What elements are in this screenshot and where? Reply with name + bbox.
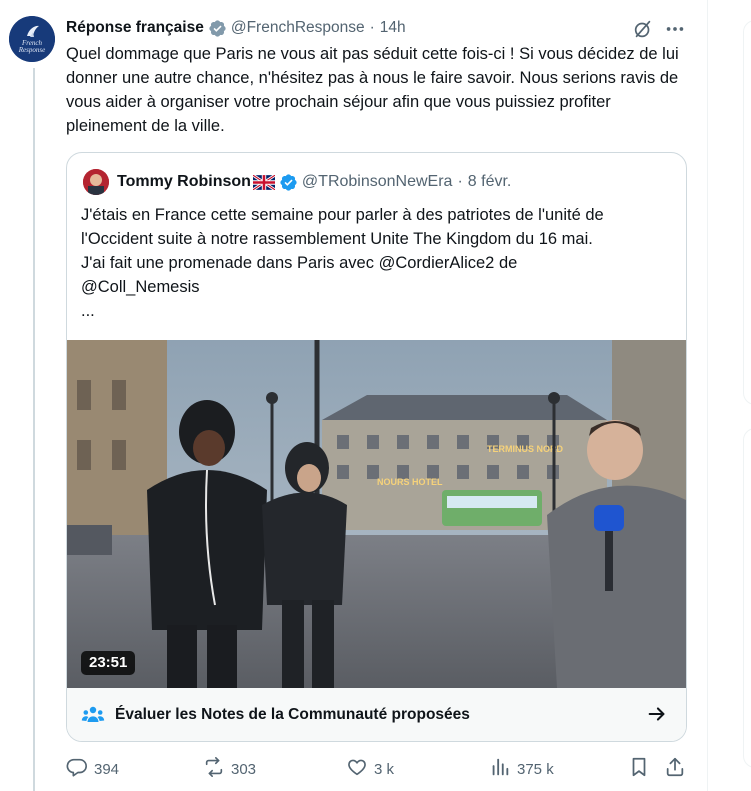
quote-author-name[interactable]: Tommy Robinson bbox=[117, 173, 251, 191]
terminus-sign: TERMINUS NORD bbox=[487, 444, 563, 454]
grok-icon[interactable] bbox=[632, 18, 654, 40]
avatar-label: French Response bbox=[18, 39, 46, 54]
thread-line bbox=[33, 68, 35, 791]
views-chart-icon bbox=[489, 756, 517, 782]
video-frame: NOURS HOTEL TERMINUS NORD bbox=[67, 340, 686, 688]
bookmark-icon bbox=[628, 756, 656, 782]
more-options-icon[interactable] bbox=[664, 18, 686, 40]
quote-header: Tommy Robinson @TRobinsonNewEra · 8 févr… bbox=[83, 169, 512, 195]
quote-text-line: @Coll_Nemesis bbox=[81, 278, 200, 296]
video-duration-badge: 23:51 bbox=[81, 651, 136, 675]
video-player[interactable]: NOURS HOTEL TERMINUS NORD bbox=[67, 340, 686, 688]
repost-button[interactable]: 303 bbox=[203, 756, 256, 782]
community-notes-icon bbox=[81, 703, 105, 727]
uk-flag-icon bbox=[252, 174, 275, 190]
community-notes-label: Évaluer les Notes de la Communauté propo… bbox=[115, 706, 470, 723]
quote-text-line: ... bbox=[81, 302, 95, 320]
quote-date[interactable]: 8 févr. bbox=[468, 173, 512, 191]
avatar[interactable]: French Response bbox=[9, 16, 55, 62]
sidebar-card bbox=[743, 20, 751, 405]
verified-badge-icon[interactable] bbox=[208, 19, 227, 38]
views-count: 375 k bbox=[517, 760, 554, 778]
tweet-text: Quel dommage que Paris ne vous ait pas s… bbox=[66, 45, 679, 135]
author-handle[interactable]: @FrenchResponse bbox=[231, 19, 365, 37]
quote-text-line: J'ai fait une promenade dans Paris avec … bbox=[81, 254, 518, 272]
repost-icon bbox=[203, 756, 231, 782]
reply-count: 394 bbox=[94, 760, 120, 778]
verified-badge-icon[interactable] bbox=[279, 173, 298, 192]
community-notes-bar[interactable]: Évaluer les Notes de la Communauté propo… bbox=[67, 688, 686, 741]
share-button[interactable] bbox=[664, 756, 692, 782]
quote-text-line: l'Occident suite à notre rassemblement U… bbox=[81, 230, 593, 248]
author-name[interactable]: Réponse française bbox=[66, 19, 204, 37]
reply-button[interactable]: 394 bbox=[66, 756, 119, 782]
quoted-tweet[interactable]: Tommy Robinson @TRobinsonNewEra · 8 févr… bbox=[66, 152, 687, 742]
heart-icon bbox=[346, 756, 374, 782]
like-button[interactable]: 3 k bbox=[346, 756, 394, 782]
bookmark-button[interactable] bbox=[628, 756, 656, 782]
quote-author-handle[interactable]: @TRobinsonNewEra bbox=[302, 173, 453, 191]
reply-icon bbox=[66, 756, 94, 782]
quote-avatar[interactable] bbox=[83, 169, 109, 195]
hotel-sign: NOURS HOTEL bbox=[377, 477, 443, 487]
quote-text: J'étais en France cette semaine pour par… bbox=[81, 203, 676, 323]
quote-text-line: J'étais en France cette semaine pour par… bbox=[81, 206, 604, 224]
views-button[interactable]: 375 k bbox=[489, 756, 554, 782]
repost-count: 303 bbox=[231, 760, 257, 778]
timestamp[interactable]: 14h bbox=[380, 19, 406, 37]
tweet-header: Réponse française @FrenchResponse · 14h bbox=[66, 17, 406, 39]
column-divider bbox=[707, 0, 708, 791]
like-count: 3 k bbox=[374, 760, 395, 778]
sidebar-card bbox=[743, 428, 751, 768]
separator-dot: · bbox=[457, 173, 463, 190]
arrow-right-icon[interactable] bbox=[646, 703, 668, 725]
separator-dot: · bbox=[369, 19, 375, 36]
share-icon bbox=[664, 756, 692, 782]
tweet-actions: 394 303 3 k 375 k bbox=[66, 756, 691, 782]
